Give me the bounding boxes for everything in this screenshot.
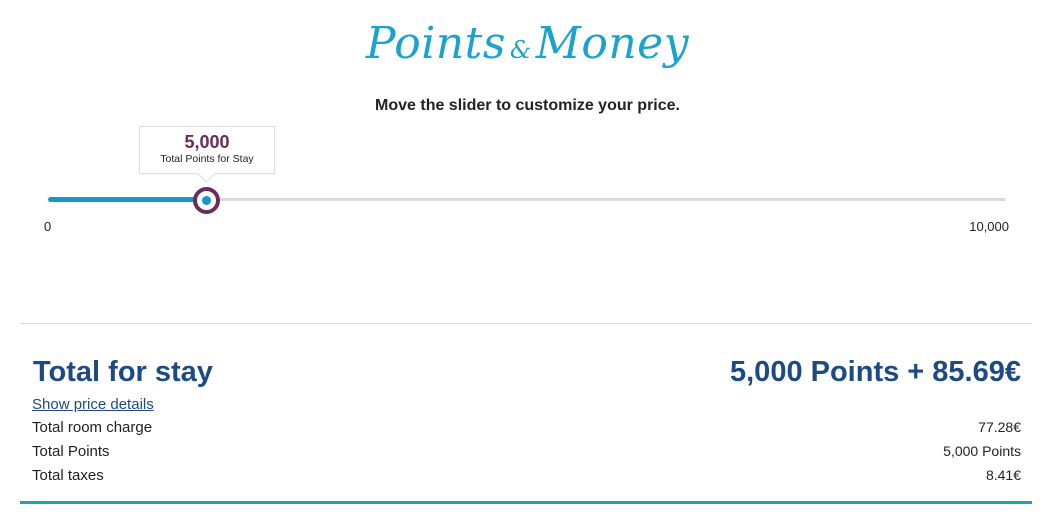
slider-handle-dot xyxy=(202,196,212,205)
total-points-value: 5,000 Points xyxy=(943,443,1021,459)
total-points-label: Total Points xyxy=(32,443,110,460)
total-taxes-label: Total taxes xyxy=(32,467,104,484)
points-slider-handle[interactable] xyxy=(193,187,221,214)
show-price-details-link[interactable]: Show price details xyxy=(32,396,154,413)
slider-instructions: Move the slider to customize your price. xyxy=(375,97,680,114)
points-and-money-logo: Points &Money xyxy=(0,18,1055,69)
logo-text-points: Points xyxy=(365,18,506,69)
tooltip-points-value: 5,000 xyxy=(184,132,230,152)
total-taxes-value: 8.41€ xyxy=(985,467,1021,483)
total-for-stay-value: 5,000 Points + 85.69€ xyxy=(730,356,1021,388)
total-for-stay-heading: Total for stay xyxy=(33,356,213,388)
points-slider-fill xyxy=(48,197,207,202)
section-divider xyxy=(20,323,1032,324)
slider-max-label: 10,000 xyxy=(969,219,1009,234)
tooltip-points-label: Total Points for Stay xyxy=(160,153,254,165)
bottom-accent-bar xyxy=(20,501,1032,504)
points-slider-track[interactable] xyxy=(48,187,1006,214)
slider-tooltip: 5,000 Total Points for Stay xyxy=(139,126,275,183)
room-charge-value: 77.28€ xyxy=(978,419,1021,435)
tooltip-arrow xyxy=(197,164,216,183)
slider-min-label: 0 xyxy=(44,219,52,234)
room-charge-label: Total room charge xyxy=(32,419,153,436)
logo-text-money: Money xyxy=(535,18,690,69)
logo-ampersand: & xyxy=(509,36,532,64)
